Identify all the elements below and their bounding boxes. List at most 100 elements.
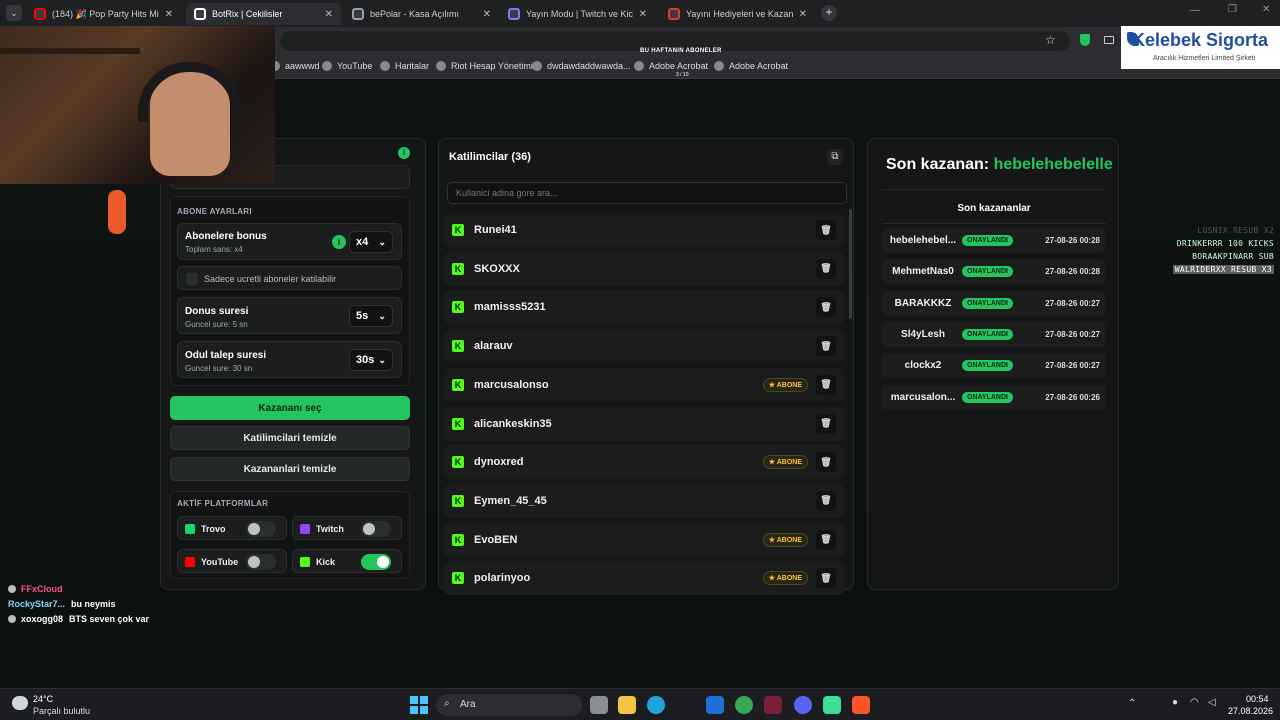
app-icon[interactable] — [823, 696, 841, 714]
delete-icon[interactable]: 🗑 — [816, 452, 836, 473]
participant-row: K Eymen_45_45 🗑 — [444, 483, 844, 518]
bookmark-item[interactable]: Adobe Acrobat — [634, 61, 708, 71]
kick-icon: K — [452, 262, 464, 275]
start-icon[interactable] — [410, 696, 428, 714]
delete-icon[interactable]: 🗑 — [816, 220, 836, 240]
clock-date[interactable]: 27.08.2026 — [1228, 706, 1273, 716]
mail-icon[interactable] — [706, 696, 724, 714]
chevron-down-icon: ⌄ — [378, 354, 386, 365]
participants-search-input[interactable] — [447, 182, 847, 204]
copy-icon[interactable]: ⧉ — [827, 149, 843, 165]
file-explorer-icon[interactable] — [618, 696, 636, 714]
chat-message: xoxogg08 BTS seven çok var — [8, 614, 149, 624]
winner-name: Sl4yLesh — [901, 328, 945, 340]
chevron-up-icon[interactable]: ⌃ — [1128, 698, 1136, 709]
winner-name: hebelehebel... — [889, 235, 957, 246]
clear-winners-button[interactable]: Kazananlari temizle — [170, 457, 410, 481]
platform-toggle[interactable] — [246, 554, 276, 570]
delete-icon[interactable]: 🗑 — [816, 374, 836, 395]
taskbar-search[interactable]: ⌕ Ara — [436, 694, 582, 716]
only-subs-checkbox[interactable] — [186, 273, 198, 285]
close-tab-icon[interactable]: ✕ — [799, 9, 807, 20]
last-winner-label: Son kazanan: — [886, 156, 990, 173]
edge-icon[interactable] — [647, 696, 665, 714]
clear-participants-button[interactable]: Katilimcilari temizle — [170, 426, 410, 450]
winner-date: 27-08-26 00:28 — [1045, 267, 1100, 277]
odul-select[interactable]: 30s ⌄ — [349, 349, 393, 371]
browser-tab[interactable]: bePolar - Kasa Açılımı ✕ — [344, 3, 499, 25]
delete-icon[interactable]: 🗑 — [816, 568, 836, 589]
chat-text: BTS seven çok var — [69, 614, 150, 624]
weather-icon[interactable] — [12, 696, 28, 710]
bonus-select[interactable]: x4 ⌄ — [349, 231, 393, 253]
minimize-button[interactable]: — — [1190, 5, 1200, 16]
donus-select[interactable]: 5s ⌄ — [349, 305, 393, 327]
close-tab-icon[interactable]: ✕ — [639, 9, 647, 20]
wifi-icon[interactable]: ◠ — [1190, 697, 1199, 708]
subscriber-badge-label: ABONE — [776, 575, 802, 583]
window-icon[interactable] — [1104, 36, 1114, 44]
browser-tab[interactable]: Yayını Hediyeleri ve Kazananla... ✕ — [660, 3, 815, 25]
star-icon[interactable]: ☆ — [1045, 33, 1056, 47]
delete-icon[interactable]: 🗑 — [816, 529, 836, 550]
delete-icon[interactable]: 🗑 — [816, 336, 836, 357]
task-view-icon[interactable] — [590, 696, 608, 714]
pick-winner-button[interactable]: Kazananı seç — [170, 396, 410, 420]
platform-label: Twitch — [316, 524, 344, 534]
platform-toggle[interactable] — [361, 554, 391, 570]
participant-name: polarinyoo — [474, 572, 531, 585]
mic-icon[interactable]: ● — [1172, 697, 1178, 708]
browser-tab[interactable]: BotRix | Cekilisler ✕ — [186, 3, 341, 25]
clock-time[interactable]: 00:54 — [1246, 694, 1269, 704]
tab-list-button[interactable]: ⌄ — [6, 5, 22, 21]
trovo-icon — [185, 524, 195, 534]
participant-row: Kmarcusalonso ★ ABONE 🗑 — [444, 367, 844, 402]
brave-icon[interactable] — [852, 696, 870, 714]
bookmark-label: Adobe Acrobat — [649, 61, 709, 71]
bookmark-label: Riot Hesap Yönetimi — [451, 61, 533, 71]
delete-icon[interactable]: 🗑 — [816, 490, 836, 511]
bookmark-item[interactable]: Riot Hesap Yönetimi — [436, 61, 533, 71]
close-tab-icon[interactable]: ✕ — [325, 9, 333, 20]
new-tab-button[interactable]: + — [821, 5, 837, 21]
bookmark-item[interactable]: aawwwd — [270, 61, 320, 71]
maximize-button[interactable]: ❐ — [1228, 4, 1237, 15]
platform-toggle[interactable] — [246, 521, 276, 537]
participant-name: Eymen_45_45 — [474, 494, 547, 507]
platform-kick: Kick — [292, 549, 402, 573]
tab-favicon-icon — [668, 8, 680, 20]
discord-icon[interactable] — [794, 696, 812, 714]
platform-toggle[interactable] — [361, 521, 391, 537]
browser-tab[interactable]: (184) 🎉 Pop Party Hits Mix #0... ✕ — [26, 3, 181, 25]
extension-icon[interactable] — [1080, 34, 1090, 46]
delete-icon[interactable]: 🗑 — [816, 297, 836, 318]
participant-name: alarauv — [474, 340, 513, 353]
close-window-button[interactable]: ✕ — [1262, 4, 1270, 15]
bookmark-item[interactable]: YouTube — [322, 61, 372, 71]
toggle-knob — [248, 523, 260, 535]
kick-icon: K — [452, 494, 464, 507]
tab-favicon-icon — [508, 8, 520, 20]
participant-row: K SKOXXX 🗑 — [444, 251, 844, 286]
approved-badge: ONAYLANDI — [962, 391, 1013, 403]
winner-date: 27-08-26 00:28 — [1045, 236, 1100, 245]
tab-label: Yayın Modu | Twitch ve Kick ile... — [526, 9, 633, 19]
bookmark-item[interactable]: Haritalar — [380, 61, 429, 71]
participant-name: EvoBEN — [474, 533, 518, 546]
chrome-icon[interactable] — [735, 696, 753, 714]
sponsor-name: Kelebek Sigorta — [1132, 30, 1269, 50]
bookmark-item[interactable]: dwdawdaddwawda... — [532, 61, 631, 71]
only-subs-option[interactable]: Sadece ucretli aboneler katilabilir — [177, 266, 402, 290]
volume-icon[interactable]: ◁ — [1208, 697, 1216, 708]
participant-name: alicankeskin35 — [474, 417, 552, 430]
subs-overlay-counter: 3 / 10 — [676, 72, 689, 78]
browser-tab[interactable]: Yayın Modu | Twitch ve Kick ile... ✕ — [500, 3, 655, 25]
delete-icon[interactable]: 🗑 — [816, 258, 836, 279]
delete-icon[interactable]: 🗑 — [816, 413, 836, 434]
chat-text: bu neymis — [71, 599, 116, 609]
close-tab-icon[interactable]: ✕ — [165, 9, 173, 20]
bookmark-item[interactable]: Adobe Acrobat — [714, 61, 788, 71]
close-tab-icon[interactable]: ✕ — [483, 9, 491, 20]
participants-scrollbar[interactable] — [849, 209, 852, 319]
app-icon[interactable] — [764, 696, 782, 714]
